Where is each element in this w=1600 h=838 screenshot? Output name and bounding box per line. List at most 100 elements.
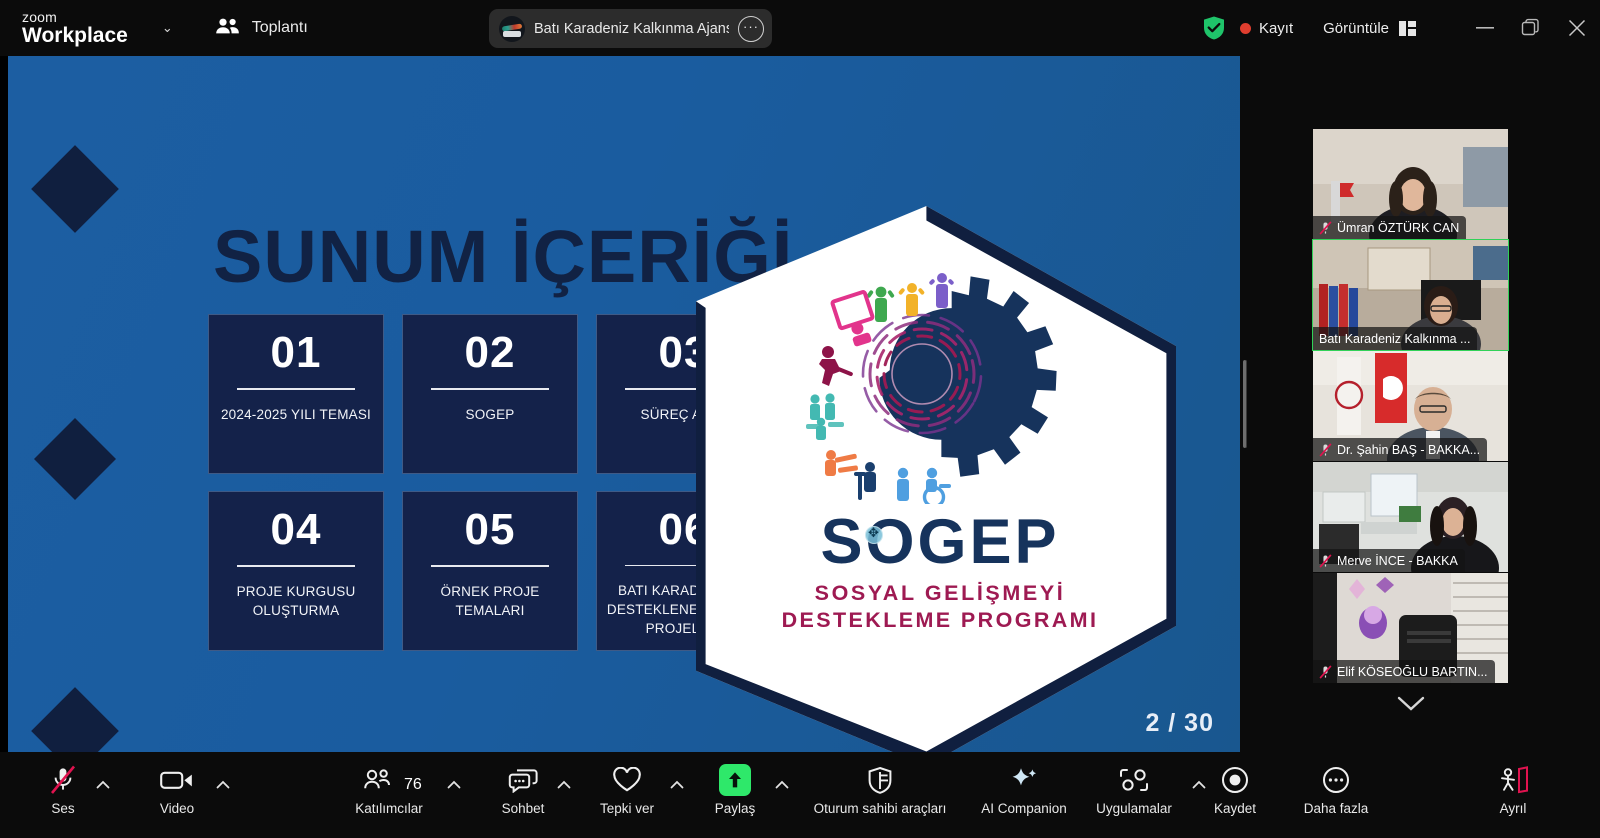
participants-count: 76 (404, 776, 422, 793)
chat-label: Sohbet (501, 801, 545, 816)
apps-icon (1118, 762, 1150, 798)
agenda-card-number: 02 (464, 328, 516, 377)
share-screen-up-arrow-icon (719, 762, 751, 798)
sogep-tagline-line-1: SOSYAL GELİŞMEYİ (814, 581, 1066, 605)
ai-sparkle-icon (1009, 762, 1039, 798)
bakka-logo-icon (499, 15, 525, 42)
sogep-tagline-line-2: DESTEKLEME PROGRAMI (781, 608, 1099, 632)
participant-name: Batı Karadeniz Kalkınma ... (1319, 331, 1471, 346)
video-options-chevron-icon[interactable] (216, 780, 230, 792)
brand-line-2: Workplace (22, 24, 128, 47)
leave-meeting-label: Ayrıl (1499, 801, 1527, 816)
record-button[interactable]: Kaydet (1202, 762, 1268, 828)
leave-meeting-button[interactable]: Ayrıl (1482, 762, 1544, 828)
audio-label: Ses (51, 801, 75, 816)
apps-label: Uygulamalar (1096, 801, 1172, 816)
agenda-card-rule (237, 388, 355, 390)
chat-button[interactable]: Sohbet (490, 762, 556, 828)
agenda-card: 05 ÖRNEK PROJE TEMALARI (402, 491, 578, 651)
participant-name: Dr. Şahin BAŞ - BAKKA... (1337, 442, 1481, 457)
chat-options-chevron-icon[interactable] (557, 780, 571, 792)
tab-more-options-button[interactable]: ··· (738, 15, 764, 42)
audio-button[interactable]: Ses (34, 762, 92, 828)
view-label: Görüntüle (1323, 19, 1389, 37)
agenda-card-label: 2024-2025 YILI TEMASI (220, 407, 372, 422)
agenda-card-rule (237, 565, 355, 567)
video-label: Video (159, 801, 195, 816)
close-button[interactable] (1554, 0, 1600, 56)
host-tools-button[interactable]: Oturum sahibi araçları (806, 762, 954, 828)
share-options-chevron-icon[interactable] (775, 780, 789, 792)
video-tile[interactable]: Merve İNCE - BAKKA (1313, 462, 1508, 572)
shared-window-tab-label: Batı Karadeniz Kalkınma Ajansı ac (534, 20, 729, 37)
share-screen-label: Paylaş (714, 801, 756, 816)
brand-chevron-down-icon[interactable]: ⌄ (162, 20, 173, 36)
shield-check-icon[interactable] (1202, 15, 1226, 41)
audio-options-chevron-icon[interactable] (96, 780, 110, 792)
layout-grid-icon (1399, 20, 1416, 36)
remote-cursor-pointer (865, 525, 883, 544)
video-strip-scroll-down-button[interactable] (1313, 661, 1508, 721)
more-options-label: Daha fazla (1303, 801, 1369, 816)
agenda-card: 01 2024-2025 YILI TEMASI (208, 314, 384, 474)
recording-indicator[interactable]: Kayıt (1239, 19, 1294, 37)
drag-grip-icon (1243, 360, 1247, 448)
agenda-card-rule (431, 565, 549, 567)
restore-icon (1521, 18, 1539, 36)
shared-window-tab[interactable]: Batı Karadeniz Kalkınma Ajansı ac ··· (489, 9, 772, 48)
video-tile-active-speaker[interactable]: Batı Karadeniz Kalkınma ... (1312, 239, 1509, 351)
stage-panel-divider-handle[interactable] (1240, 56, 1250, 752)
video-tile[interactable]: Ümran ÖZTÜRK CAN (1313, 129, 1508, 239)
recording-label: Kayıt (1258, 19, 1294, 37)
meeting-controls-toolbar: Ses Video Katılımcılar 76 Sohbet Tepki v… (0, 752, 1600, 838)
brand-line-1: zoom (22, 9, 58, 25)
video-tile[interactable]: Dr. Şahin BAŞ - BAKKA... (1313, 351, 1508, 461)
participant-name: Ümran ÖZTÜRK CAN (1337, 220, 1460, 235)
ellipsis-circle-icon (1321, 762, 1351, 798)
recording-dot-icon (1239, 22, 1251, 34)
reactions-options-chevron-icon[interactable] (670, 780, 684, 792)
participants-icon (363, 762, 391, 798)
agenda-card: 02 SOGEP (402, 314, 578, 474)
camera-icon (160, 762, 194, 798)
participant-nametag: Ümran ÖZTÜRK CAN (1313, 216, 1467, 239)
maximize-restore-button[interactable] (1508, 0, 1554, 56)
sogep-wordmark: SOGEP SOSYAL GELİŞMEYİ DESTEKLEME PROGRA… (770, 511, 1110, 633)
reactions-button[interactable]: Tepki ver (587, 762, 667, 828)
agenda-card-number: 01 (270, 328, 322, 377)
slide-page-indicator: 2 / 30 (1145, 709, 1214, 737)
view-layout-button[interactable]: Görüntüle (1323, 20, 1416, 37)
participant-nametag: Merve İNCE - BAKKA (1313, 549, 1465, 572)
record-circle-icon (1221, 762, 1249, 798)
microphone-muted-icon (50, 762, 76, 798)
record-label: Kaydet (1213, 801, 1257, 816)
participants-options-chevron-icon[interactable] (447, 780, 461, 792)
participants-button[interactable]: Katılımcılar (334, 762, 444, 828)
host-tools-shield-icon (867, 762, 893, 798)
microphone-muted-icon (1319, 442, 1332, 457)
zoom-workplace-logo[interactable]: zoom Workplace (22, 10, 128, 46)
participants-label: Katılımcılar (355, 801, 423, 816)
minimize-button[interactable] (1462, 0, 1508, 56)
host-tools-label: Oturum sahibi araçları (813, 801, 947, 816)
chat-bubble-icon (508, 762, 538, 798)
shared-screen-stage[interactable]: SUNUM İÇERİĞİ 01 2024-2025 YILI TEMASI 0… (8, 56, 1240, 752)
people-icon (215, 17, 241, 40)
heart-icon (612, 762, 642, 798)
agenda-card-number: 04 (270, 505, 322, 554)
more-options-button[interactable]: Daha fazla (1288, 762, 1384, 828)
participant-nametag: Dr. Şahin BAŞ - BAKKA... (1313, 438, 1488, 461)
ai-companion-button[interactable]: AI Companion (972, 762, 1076, 828)
meeting-tab[interactable]: Toplantı (215, 17, 308, 40)
participant-nametag: Batı Karadeniz Kalkınma ... (1313, 327, 1478, 350)
minimize-icon (1476, 27, 1494, 29)
share-screen-button[interactable]: Paylaş (704, 762, 766, 828)
leave-door-icon (1497, 762, 1529, 798)
agenda-card-label: ÖRNEK PROJE TEMALARI (440, 584, 540, 619)
agenda-card-number: 05 (464, 505, 516, 554)
sogep-hexagon-panel: SOGEP SOSYAL GELİŞMEYİ DESTEKLEME PROGRA… (696, 206, 1176, 752)
apps-button[interactable]: Uygulamalar (1085, 762, 1183, 828)
participant-video-strip: Ümran ÖZTÜRK CAN Batı Karadeniz Kalkınma… (1250, 56, 1600, 752)
video-button[interactable]: Video (146, 762, 208, 828)
video-tiles-container: Ümran ÖZTÜRK CAN Batı Karadeniz Kalkınma… (1312, 129, 1509, 684)
